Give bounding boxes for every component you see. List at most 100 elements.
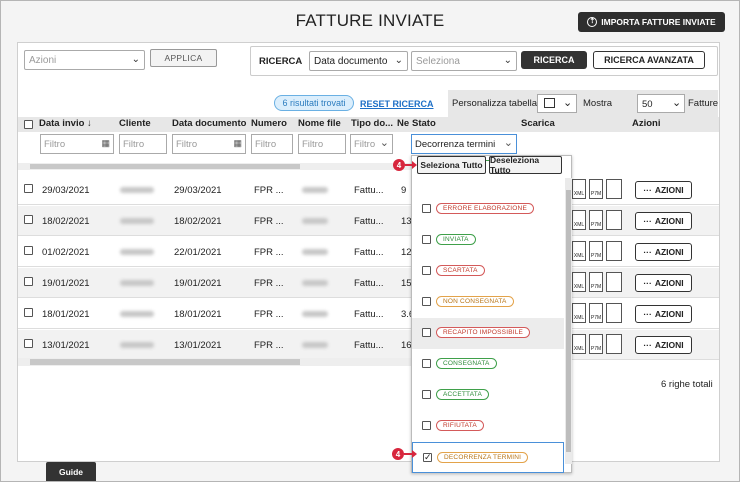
row-actions-button[interactable]: ··· AZIONI: [635, 274, 692, 292]
row-checkbox[interactable]: [24, 215, 33, 224]
status-option[interactable]: NON CONSEGNATA: [412, 287, 564, 318]
filter-nome-file[interactable]: Filtro: [298, 134, 346, 154]
col-tipo-documento[interactable]: Tipo do...: [351, 118, 393, 129]
status-option-checkbox[interactable]: [422, 235, 431, 244]
more-icon: ···: [643, 247, 652, 257]
row-actions-button[interactable]: ··· AZIONI: [635, 181, 692, 199]
cell-tipo: Fattu...: [354, 309, 384, 320]
col-ne[interactable]: Ne: [397, 118, 409, 129]
table-row[interactable]: 29/03/2021 29/03/2021 FPR ... Fattu... 9: [18, 175, 412, 205]
import-icon: ⇡: [587, 17, 598, 27]
scrollbar-thumb[interactable]: [30, 164, 300, 169]
guide-tab[interactable]: Guide: [46, 462, 96, 481]
status-option[interactable]: ✓ DECORRENZA TERMINI: [412, 442, 564, 473]
pdf-download-icon[interactable]: [606, 210, 622, 230]
search-button[interactable]: RICERCA: [521, 51, 587, 69]
status-option[interactable]: SCARTATA: [412, 256, 564, 287]
deselect-all-button[interactable]: Deseleziona Tutto: [489, 155, 562, 175]
row-actions-button[interactable]: ··· AZIONI: [635, 212, 692, 230]
import-invoices-button[interactable]: ⇡ IMPORTA FATTURE INVIATE: [578, 12, 725, 32]
col-data-invio[interactable]: Data invio ↓: [39, 118, 92, 129]
import-button-label: IMPORTA FATTURE INVIATE: [601, 17, 716, 27]
row-checkbox[interactable]: [24, 277, 33, 286]
status-option-checkbox[interactable]: [422, 297, 431, 306]
xml-download-icon[interactable]: XML: [572, 272, 586, 292]
row-checkbox[interactable]: [24, 339, 33, 348]
row-checkbox[interactable]: [24, 246, 33, 255]
p7m-download-icon[interactable]: P7M: [589, 272, 603, 292]
more-icon: ···: [643, 278, 652, 288]
row-checkbox[interactable]: [24, 308, 33, 317]
search-field-select[interactable]: Data documento ⌄: [309, 51, 408, 71]
cell-tipo: Fattu...: [354, 247, 384, 258]
filter-tipo-documento[interactable]: Filtro ⌄: [350, 134, 393, 154]
table-row[interactable]: 13/01/2021 13/01/2021 FPR ... Fattu... 1…: [18, 330, 412, 360]
col-stato[interactable]: Stato: [412, 118, 436, 129]
table-row[interactable]: 01/02/2021 22/01/2021 FPR ... Fattu... 1…: [18, 237, 412, 267]
p7m-download-icon[interactable]: P7M: [589, 303, 603, 323]
xml-download-icon[interactable]: XML: [572, 241, 586, 261]
pdf-download-icon[interactable]: [606, 241, 622, 261]
p7m-download-icon[interactable]: P7M: [589, 334, 603, 354]
xml-download-icon[interactable]: XML: [572, 303, 586, 323]
reset-search-link[interactable]: RESET RICERCA: [360, 99, 434, 109]
advanced-search-button[interactable]: RICERCA AVANZATA: [593, 51, 705, 69]
cell-data-documento: 29/03/2021: [174, 185, 222, 196]
stato-dropdown[interactable]: ERRORE ELABORAZIONE INVIATA SCARTATA NON…: [411, 155, 572, 473]
table-row[interactable]: 19/01/2021 19/01/2021 FPR ... Fattu... 1…: [18, 268, 412, 298]
col-numero[interactable]: Numero: [251, 118, 287, 129]
row-actions-button[interactable]: ··· AZIONI: [635, 243, 692, 261]
p7m-download-icon[interactable]: P7M: [589, 241, 603, 261]
status-option[interactable]: RIFIUTATA: [412, 411, 564, 442]
col-cliente[interactable]: Cliente: [119, 118, 151, 129]
actions-select[interactable]: Azioni ⌄: [24, 50, 145, 70]
status-option-checkbox[interactable]: [422, 421, 431, 430]
row-actions-button[interactable]: ··· AZIONI: [635, 305, 692, 323]
p7m-download-icon[interactable]: P7M: [589, 210, 603, 230]
xml-download-icon[interactable]: XML: [572, 179, 586, 199]
status-option-checkbox[interactable]: [422, 328, 431, 337]
table-row[interactable]: 18/01/2021 18/01/2021 FPR ... Fattu... 3…: [18, 299, 414, 329]
horizontal-scrollbar-top[interactable]: [18, 163, 412, 170]
status-option-checkbox[interactable]: ✓: [423, 453, 432, 462]
row-actions-button[interactable]: ··· AZIONI: [635, 336, 692, 354]
pdf-download-icon[interactable]: [606, 179, 622, 199]
dropdown-scrollbar-thumb[interactable]: [566, 190, 571, 452]
cell-ne: 12: [401, 247, 412, 258]
col-nome-file[interactable]: Nome file: [298, 118, 341, 129]
dropdown-scrollbar[interactable]: [565, 178, 572, 464]
horizontal-scrollbar-bottom[interactable]: [18, 358, 412, 366]
pdf-download-icon[interactable]: [606, 272, 622, 292]
status-option-checkbox[interactable]: [422, 266, 431, 275]
page-size-select[interactable]: 50 ⌄: [637, 94, 685, 113]
col-data-documento[interactable]: Data documento: [172, 118, 246, 129]
filter-cliente[interactable]: Filtro: [119, 134, 167, 154]
apply-button[interactable]: APPLICA: [150, 49, 217, 67]
scrollbar-thumb[interactable]: [30, 359, 300, 365]
pdf-download-icon[interactable]: [606, 303, 622, 323]
xml-download-icon[interactable]: XML: [572, 210, 586, 230]
select-all-button[interactable]: Seleziona Tutto: [417, 156, 486, 174]
status-option-checkbox[interactable]: [422, 390, 431, 399]
customize-table-button[interactable]: ⌄: [537, 94, 577, 113]
filter-data-invio[interactable]: Filtro ▦: [40, 134, 114, 154]
table-row[interactable]: 18/02/2021 18/02/2021 FPR ... Fattu... 1…: [18, 206, 412, 236]
col-azioni[interactable]: Azioni: [632, 118, 661, 129]
status-option[interactable]: ACCETTATA: [412, 380, 564, 411]
filter-stato-select[interactable]: Decorrenza termini ⌄: [411, 134, 517, 154]
status-option-checkbox[interactable]: [422, 204, 431, 213]
p7m-download-icon[interactable]: P7M: [589, 179, 603, 199]
row-checkbox[interactable]: [24, 184, 33, 193]
search-value-select[interactable]: Seleziona ⌄: [411, 51, 517, 71]
status-option[interactable]: ERRORE ELABORAZIONE: [412, 194, 564, 225]
status-option[interactable]: INVIATA: [412, 225, 564, 256]
status-option[interactable]: RECAPITO IMPOSSIBILE: [412, 318, 564, 349]
xml-download-icon[interactable]: XML: [572, 334, 586, 354]
col-scarica[interactable]: Scarica: [521, 118, 555, 129]
status-option[interactable]: CONSEGNATA: [412, 349, 564, 380]
filter-numero[interactable]: Filtro: [251, 134, 293, 154]
select-all-checkbox[interactable]: [24, 120, 33, 129]
filter-data-documento[interactable]: Filtro ▦: [172, 134, 246, 154]
status-option-checkbox[interactable]: [422, 359, 431, 368]
pdf-download-icon[interactable]: [606, 334, 622, 354]
